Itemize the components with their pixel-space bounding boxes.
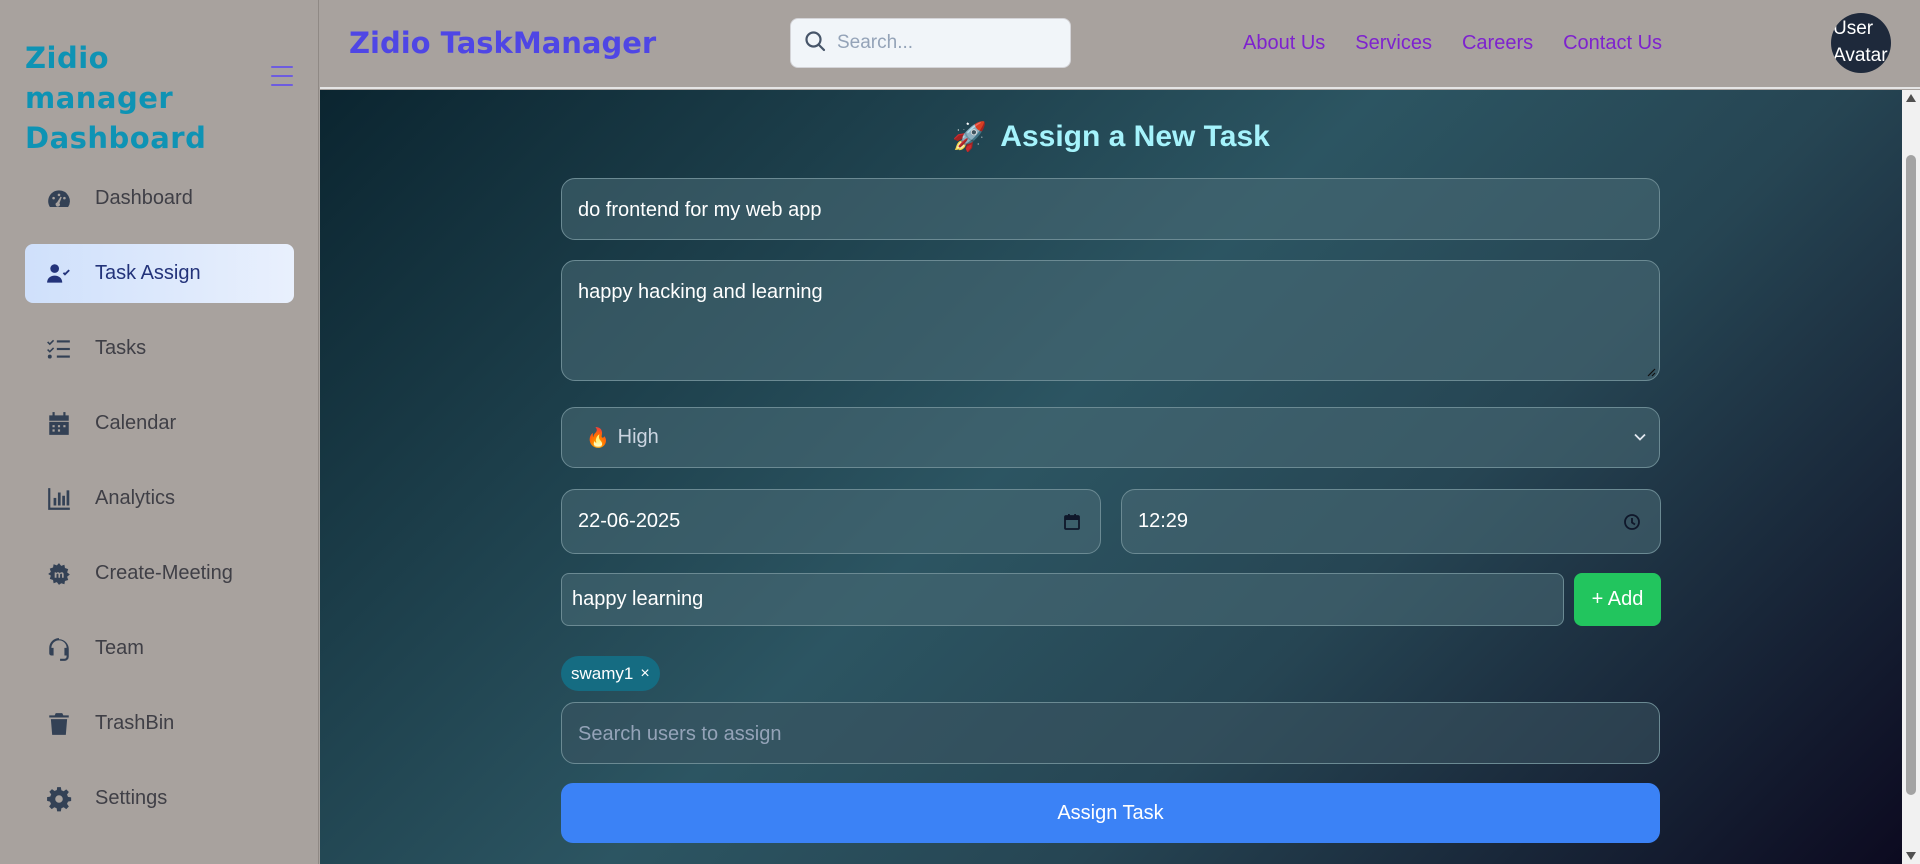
resize-grip-icon[interactable] xyxy=(1646,367,1656,377)
sidebar-item-label: Analytics xyxy=(95,487,176,509)
sidebar-item-label: Create-Meeting xyxy=(95,562,233,584)
meeting-icon xyxy=(45,560,73,588)
search-users-input[interactable]: Search users to assign xyxy=(561,702,1660,764)
sidebar-item-calendar[interactable]: Calendar xyxy=(25,394,294,453)
sidebar-item-label: TrashBin xyxy=(95,712,175,734)
sidebar-item-label: Dashboard xyxy=(95,187,193,209)
task-description-textarea[interactable]: happy hacking and learning xyxy=(561,260,1660,381)
clock-icon[interactable] xyxy=(1622,512,1642,532)
gauge-icon xyxy=(45,185,73,213)
assigned-user-chip: swamy1 × xyxy=(561,656,660,691)
search-input[interactable] xyxy=(837,32,1057,54)
due-time-input[interactable]: 12:29 xyxy=(1121,489,1661,554)
remove-chip-icon[interactable]: × xyxy=(640,665,649,683)
sidebar-item-label: Tasks xyxy=(95,337,147,359)
list-check-icon xyxy=(45,335,73,363)
top-nav-links: About Us Services Careers Contact Us xyxy=(1243,32,1662,55)
sidebar-item-label: Task Assign xyxy=(95,262,201,284)
due-date-value: 22-06-2025 xyxy=(578,510,681,532)
priority-value: High xyxy=(617,426,659,448)
due-time-value: 12:29 xyxy=(1138,510,1189,532)
sidebar-nav: Dashboard Task Assign Tasks Calendar Ana… xyxy=(25,169,294,844)
sidebar-item-label: Team xyxy=(95,637,144,659)
top-header: Zidio TaskManager About Us Services Care… xyxy=(320,0,1920,89)
task-description-text: happy hacking and learning xyxy=(578,281,823,303)
sidebar-item-trashbin[interactable]: TrashBin xyxy=(25,694,294,753)
link-contact-us[interactable]: Contact Us xyxy=(1563,32,1662,55)
scroll-up-icon[interactable] xyxy=(1906,94,1916,102)
sidebar-item-label: Settings xyxy=(95,787,168,809)
assigned-user-name: swamy1 xyxy=(571,663,634,683)
add-subtask-button[interactable]: + Add xyxy=(1574,573,1661,626)
flame-icon: 🔥 xyxy=(586,427,610,449)
rocket-icon: 🚀 xyxy=(952,121,988,152)
sidebar-item-label: Calendar xyxy=(95,412,177,434)
sidebar: Zidio manager Dashboard Dashboard Task A… xyxy=(0,0,319,864)
link-services[interactable]: Services xyxy=(1355,32,1432,55)
priority-select[interactable]: 🔥 High xyxy=(561,407,1660,468)
form-heading-text: Assign a New Task xyxy=(1000,120,1270,153)
hamburger-menu-icon[interactable] xyxy=(271,66,293,86)
bar-chart-icon xyxy=(45,485,73,513)
sidebar-item-dashboard[interactable]: Dashboard xyxy=(25,169,294,228)
task-title-input[interactable]: do frontend for my web app xyxy=(561,178,1660,240)
search-bar[interactable] xyxy=(790,18,1071,68)
search-icon xyxy=(803,29,827,58)
headset-icon xyxy=(45,635,73,663)
sidebar-item-tasks[interactable]: Tasks xyxy=(25,319,294,378)
user-check-icon xyxy=(45,260,73,288)
calendar-picker-icon[interactable] xyxy=(1062,512,1082,532)
trash-icon xyxy=(45,710,73,738)
chevron-down-icon xyxy=(1634,433,1646,441)
assign-task-button[interactable]: Assign Task xyxy=(561,783,1660,843)
main-scrollbar[interactable] xyxy=(1902,90,1920,864)
app-title: Zidio TaskManager xyxy=(349,26,657,60)
sidebar-item-task-assign[interactable]: Task Assign xyxy=(25,244,294,303)
scroll-down-icon[interactable] xyxy=(1906,852,1916,860)
sidebar-item-settings[interactable]: Settings xyxy=(25,769,294,828)
form-heading: 🚀 Assign a New Task xyxy=(320,120,1902,154)
assign-task-panel: 🚀 Assign a New Task do frontend for my w… xyxy=(320,90,1902,864)
sidebar-brand: Zidio manager Dashboard xyxy=(25,41,207,155)
sidebar-item-analytics[interactable]: Analytics xyxy=(25,469,294,528)
sidebar-item-create-meeting[interactable]: Create-Meeting xyxy=(25,544,294,603)
gear-icon xyxy=(45,785,73,813)
avatar[interactable]: User Avatar xyxy=(1831,13,1891,73)
link-careers[interactable]: Careers xyxy=(1462,32,1533,55)
subtask-input[interactable]: happy learning xyxy=(561,573,1564,626)
calendar-icon xyxy=(45,410,73,438)
due-date-input[interactable]: 22-06-2025 xyxy=(561,489,1101,554)
sidebar-item-team[interactable]: Team xyxy=(25,619,294,678)
link-about-us[interactable]: About Us xyxy=(1243,32,1325,55)
scroll-thumb[interactable] xyxy=(1906,155,1916,795)
